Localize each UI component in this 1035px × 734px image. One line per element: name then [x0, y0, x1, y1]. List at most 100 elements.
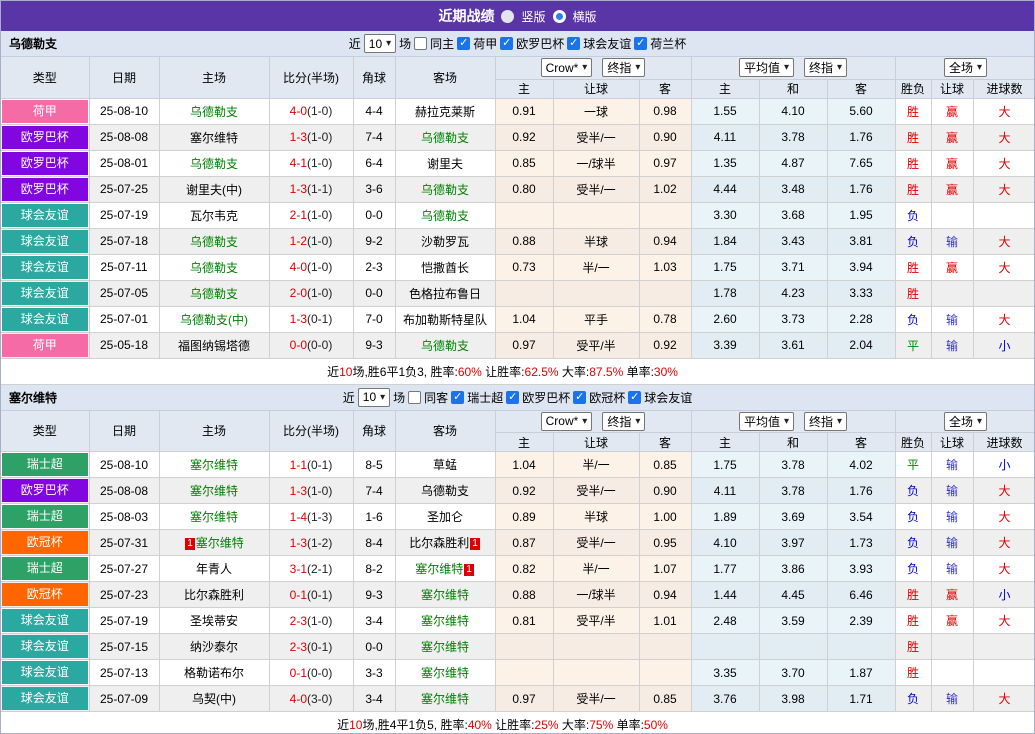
away-team[interactable]: 乌德勒支 — [395, 202, 495, 228]
col-odds-home: 主 — [495, 79, 553, 98]
league-filter-checkbox[interactable] — [457, 37, 470, 50]
odds-handicap: 一/球半 — [553, 150, 639, 176]
league-filter-checkbox[interactable] — [634, 37, 647, 50]
match-count-select[interactable]: 10▾ — [358, 388, 390, 407]
league-filter-label: 欧罗巴杯 — [522, 389, 570, 406]
horizontal-layout-radio[interactable] — [553, 10, 566, 23]
match-count-select[interactable]: 10▾ — [364, 34, 396, 53]
away-team[interactable]: 乌德勒支 — [395, 332, 495, 358]
away-team[interactable]: 谢里夫 — [395, 150, 495, 176]
home-team[interactable]: 乌契(中) — [159, 686, 269, 712]
result-handicap: 输 — [931, 478, 973, 504]
avg-home: 1.89 — [691, 504, 759, 530]
away-team[interactable]: 塞尔维特 — [395, 660, 495, 686]
home-team[interactable]: 1塞尔维特 — [159, 530, 269, 556]
fullmatch-select[interactable]: 全场▾ — [944, 58, 987, 77]
same-home-checkbox[interactable] — [414, 37, 427, 50]
bookmaker-select[interactable]: Crow*▾ — [541, 412, 593, 431]
home-team[interactable]: 圣埃蒂安 — [159, 608, 269, 634]
home-team[interactable]: 塞尔维特 — [159, 124, 269, 150]
away-team[interactable]: 圣加仑 — [395, 504, 495, 530]
away-team[interactable]: 塞尔维特 — [395, 582, 495, 608]
result-handicap: 输 — [931, 686, 973, 712]
match-date: 25-07-15 — [89, 634, 159, 660]
league-filter-checkbox[interactable] — [506, 391, 519, 404]
result-goals: 大 — [973, 306, 1035, 332]
home-team[interactable]: 谢里夫(中) — [159, 176, 269, 202]
league-filter-checkbox[interactable] — [451, 391, 464, 404]
result-winloss: 胜 — [895, 608, 931, 634]
home-team[interactable]: 乌德勒支 — [159, 150, 269, 176]
average-final-select[interactable]: 终指▾ — [804, 58, 847, 77]
corner-count: 9-3 — [353, 582, 395, 608]
result-winloss: 胜 — [895, 634, 931, 660]
home-team[interactable]: 乌德勒支 — [159, 280, 269, 306]
away-team[interactable]: 赫拉克莱斯 — [395, 98, 495, 124]
average-select[interactable]: 平均值▾ — [739, 58, 794, 77]
home-team[interactable]: 乌德勒支 — [159, 254, 269, 280]
corner-count: 8-5 — [353, 452, 395, 478]
away-team[interactable]: 草蜢 — [395, 452, 495, 478]
score: 1-3(0-1) — [269, 306, 353, 332]
final-index-select[interactable]: 终指▾ — [602, 412, 645, 431]
away-team[interactable]: 塞尔维特 — [395, 686, 495, 712]
match-date: 25-07-09 — [89, 686, 159, 712]
home-team[interactable]: 塞尔维特 — [159, 452, 269, 478]
home-team[interactable]: 福图纳锡塔德 — [159, 332, 269, 358]
away-team[interactable]: 乌德勒支 — [395, 176, 495, 202]
away-team[interactable]: 比尔森胜利1 — [395, 530, 495, 556]
corner-count: 6-4 — [353, 150, 395, 176]
same-away-checkbox[interactable] — [408, 391, 421, 404]
away-team[interactable]: 塞尔维特 — [395, 634, 495, 660]
home-team[interactable]: 年青人 — [159, 556, 269, 582]
score: 1-2(1-0) — [269, 228, 353, 254]
average-select[interactable]: 平均值▾ — [739, 412, 794, 431]
home-team[interactable]: 塞尔维特 — [159, 504, 269, 530]
fullmatch-select[interactable]: 全场▾ — [944, 412, 987, 431]
table-row: 球会友谊 25-07-05 乌德勒支 2-0(1-0) 0-0 色格拉布鲁日 1… — [1, 280, 1035, 306]
corner-count: 0-0 — [353, 634, 395, 660]
vertical-layout-radio[interactable] — [501, 10, 514, 23]
league-filter-checkbox[interactable] — [628, 391, 641, 404]
odds-handicap: 一球 — [553, 98, 639, 124]
away-team[interactable]: 乌德勒支 — [395, 478, 495, 504]
home-team[interactable]: 乌德勒支(中) — [159, 306, 269, 332]
avg-draw — [759, 634, 827, 660]
away-team[interactable]: 布加勒斯特星队 — [395, 306, 495, 332]
score: 1-3(1-0) — [269, 478, 353, 504]
average-final-select[interactable]: 终指▾ — [804, 412, 847, 431]
away-team[interactable]: 色格拉布鲁日 — [395, 280, 495, 306]
league-filter-checkbox[interactable] — [573, 391, 586, 404]
col-home: 主场 — [159, 57, 269, 98]
avg-away: 2.04 — [827, 332, 895, 358]
league-filter-checkbox[interactable] — [500, 37, 513, 50]
match-date: 25-07-01 — [89, 306, 159, 332]
league-badge: 荷甲 — [2, 100, 88, 123]
result-goals: 大 — [973, 176, 1035, 202]
odds-away — [639, 280, 691, 306]
home-team[interactable]: 格勒诺布尔 — [159, 660, 269, 686]
col-handicap-result: 让球 — [931, 79, 973, 98]
away-team[interactable]: 沙勒罗瓦 — [395, 228, 495, 254]
home-team[interactable]: 纳沙泰尔 — [159, 634, 269, 660]
away-team[interactable]: 恺撒酋长 — [395, 254, 495, 280]
odds-away: 0.92 — [639, 332, 691, 358]
odds-home — [495, 660, 553, 686]
home-team[interactable]: 乌德勒支 — [159, 228, 269, 254]
away-team[interactable]: 乌德勒支 — [395, 124, 495, 150]
avg-draw: 3.97 — [759, 530, 827, 556]
home-team[interactable]: 乌德勒支 — [159, 98, 269, 124]
score: 0-1(0-0) — [269, 660, 353, 686]
odds-home — [495, 634, 553, 660]
final-index-select[interactable]: 终指▾ — [602, 58, 645, 77]
home-team[interactable]: 比尔森胜利 — [159, 582, 269, 608]
league-filter-checkbox[interactable] — [567, 37, 580, 50]
away-team[interactable]: 塞尔维特 — [395, 608, 495, 634]
col-score: 比分(半场) — [269, 411, 353, 452]
home-team[interactable]: 塞尔维特 — [159, 478, 269, 504]
odds-home: 0.73 — [495, 254, 553, 280]
bookmaker-select[interactable]: Crow*▾ — [541, 58, 593, 77]
home-team[interactable]: 瓦尔韦克 — [159, 202, 269, 228]
away-team[interactable]: 塞尔维特1 — [395, 556, 495, 582]
odds-away: 0.94 — [639, 582, 691, 608]
